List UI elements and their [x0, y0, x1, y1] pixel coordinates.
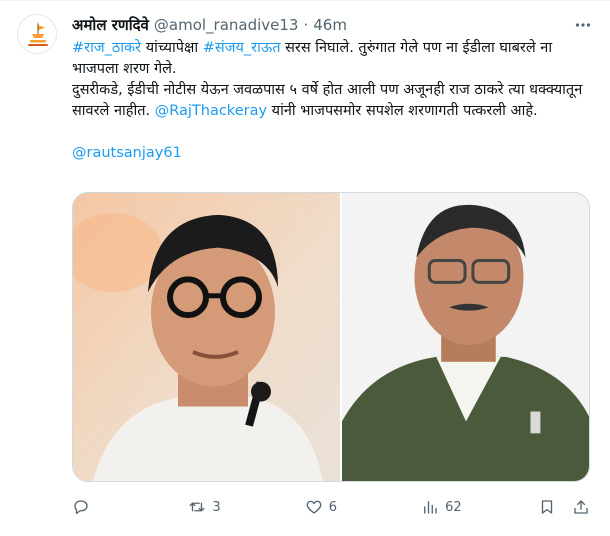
- retweet-count: 3: [212, 499, 221, 515]
- media-photo-left[interactable]: [73, 193, 340, 481]
- mention-link[interactable]: @rautsanjay61: [72, 145, 182, 161]
- retweet-button[interactable]: 3: [188, 498, 228, 516]
- portrait-photo: [73, 193, 340, 481]
- tweet-actions: 3 6 62: [72, 492, 590, 522]
- like-button[interactable]: 6: [305, 498, 345, 516]
- organization-logo-icon: [18, 15, 56, 53]
- mention-link[interactable]: @RajThackeray: [155, 103, 267, 119]
- tweet-paragraph-1: #राज_ठाकरे यांच्यापेक्षा #संजय_राऊत सरस …: [72, 38, 587, 80]
- tweet-paragraph-3: @rautsanjay61: [72, 143, 587, 164]
- retweet-icon: [189, 502, 205, 512]
- views-count: 62: [445, 499, 462, 515]
- actions-right-group: [538, 498, 590, 516]
- tweet-card[interactable]: अमोल रणदिवे @amol_ranadive13 · 46m #राज_…: [0, 0, 610, 536]
- tweet-header: अमोल रणदिवे @amol_ranadive13 · 46m: [72, 14, 574, 36]
- more-horizontal-icon: [575, 23, 591, 27]
- heart-icon: [306, 500, 322, 514]
- separator-dot: ·: [303, 16, 309, 34]
- tweet-paragraph-2: दुसरीकडे, ईडीची नोटीस येऊन जवळपास ५ वर्ष…: [72, 80, 587, 122]
- author-handle[interactable]: @amol_ranadive13: [154, 16, 299, 34]
- bookmark-button[interactable]: [538, 498, 556, 516]
- tweet-text-segment: यांनी भाजपसमोर सपशेल शरणागती पत्करली आहे…: [267, 103, 538, 119]
- hashtag-link[interactable]: #संजय_राऊत: [203, 40, 281, 56]
- portrait-photo: [342, 193, 589, 481]
- share-icon: [574, 500, 588, 514]
- avatar[interactable]: [17, 14, 57, 54]
- bookmark-icon: [541, 500, 553, 514]
- tweet-text-segment: यांच्यापेक्षा: [141, 40, 203, 56]
- views-chart-icon: [424, 501, 437, 514]
- like-count: 6: [328, 499, 337, 515]
- media-photo-right[interactable]: [340, 193, 589, 481]
- hashtag-link[interactable]: #राज_ठाकरे: [72, 40, 141, 56]
- tweet-media[interactable]: [72, 192, 590, 482]
- tweet-timestamp[interactable]: 46m: [313, 16, 347, 34]
- author-display-name[interactable]: अमोल रणदिवे: [72, 15, 149, 35]
- more-options-button[interactable]: [572, 14, 594, 36]
- reply-button[interactable]: [72, 498, 112, 516]
- share-button[interactable]: [572, 498, 590, 516]
- tweet-text: #राज_ठाकरे यांच्यापेक्षा #संजय_राऊत सरस …: [72, 38, 587, 164]
- views-button[interactable]: 62: [421, 498, 462, 516]
- reply-icon: [74, 500, 88, 515]
